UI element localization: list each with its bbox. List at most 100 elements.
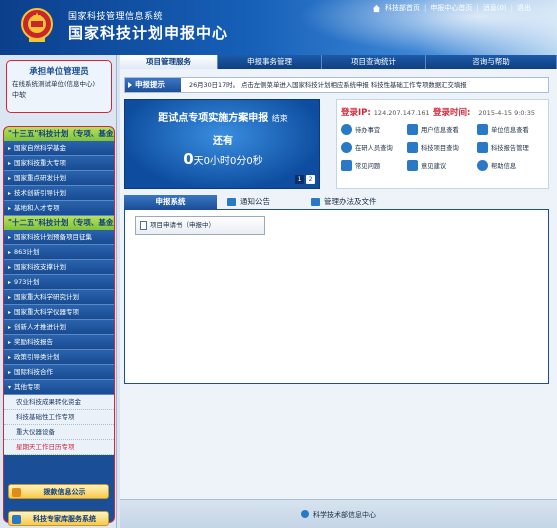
tab-regulations[interactable]: 管理办法及文件 — [308, 195, 377, 209]
sidebar-item-innovation-guide[interactable]: ▸ 技术创新引导计划 — [4, 186, 114, 201]
link-most-home[interactable]: 科技部首页 — [385, 3, 420, 13]
sidebar-item-973[interactable]: ▸ 973计划 — [4, 275, 114, 290]
tab-project-query[interactable]: 项目查询统计 — [322, 55, 426, 69]
footer-text: 科学技术部信息中心 — [120, 510, 557, 520]
arrow-icon: ▸ — [8, 205, 12, 212]
sidebar: 承担单位管理员 在线系统测试单位(信息中心) 中软 "十三五"科技计划（专项、基… — [0, 55, 117, 528]
arrow-icon: ▾ — [8, 384, 12, 391]
quick-faq[interactable]: 常见问题 — [341, 159, 407, 171]
arrow-icon: ▸ — [8, 145, 12, 152]
login-info-panel: 登录IP: 124.207.147.161 登录时间: 2015-4-15 9:0:… — [336, 99, 549, 189]
quick-report-manage[interactable]: 科技报告管理 — [477, 141, 546, 153]
tab-announcements[interactable]: 通知公告 — [224, 195, 270, 209]
sidebar-subitem[interactable]: 重大仪器设备 — [4, 425, 114, 440]
banner-page-1[interactable]: 1 — [295, 175, 304, 184]
quick-researcher-query[interactable]: 在研人员查询 — [341, 141, 407, 153]
arrow-icon: ▸ — [8, 234, 12, 241]
admin-info-box: 承担单位管理员 在线系统测试单位(信息中心) 中软 — [6, 60, 112, 113]
home-icon — [372, 4, 381, 12]
sidebar-item-report[interactable]: ▸ 奖励科技报告 — [4, 335, 114, 350]
sidebar-subitem[interactable]: 科技基础性工作专项 — [4, 410, 114, 425]
notice-bar: 申报提示 26月30日17时。 点击左侧菜单进入国家科技计划相应系统申报 科技性… — [124, 77, 549, 93]
quick-links: 待办事宜 用户信息查看 单位信息查看 在研人员查询 科技项目查询 科技报告管理 … — [341, 123, 546, 171]
expert-service-button[interactable]: 科技专家库服务系统 — [8, 511, 109, 526]
separator: | — [424, 4, 427, 12]
tab-project-management[interactable]: 项目管理服务 — [120, 55, 218, 69]
login-ip: 登录IP: 124.207.147.161 — [341, 108, 430, 118]
info-icon — [477, 159, 488, 171]
admin-title: 承担单位管理员 — [29, 67, 89, 77]
arrow-icon: ▸ — [8, 190, 12, 197]
notice-label: 申报提示 — [125, 78, 181, 92]
document-icon — [140, 221, 147, 230]
sidebar-item-other[interactable]: ▾ 其他专项 — [4, 380, 114, 395]
arrow-icon: ▸ — [8, 339, 12, 346]
link-logout[interactable]: 退出 — [517, 3, 531, 13]
quick-help[interactable]: 帮助信息 — [477, 159, 546, 171]
arrow-icon: ▸ — [8, 249, 12, 256]
quick-project-query[interactable]: 科技项目查询 — [407, 141, 477, 153]
sidebar-item-major-science[interactable]: ▸ 国家重大科学研究计划 — [4, 290, 114, 305]
content-tabs: 申报系统 通知公告 管理办法及文件 — [124, 195, 549, 209]
tab-application-system[interactable]: 申报系统 — [124, 195, 217, 209]
header: 国家科技管理信息系统 国家科技计划申报中心 科技部首页 | 申报中心首页 | 消… — [0, 0, 557, 55]
chat-icon — [341, 123, 352, 135]
arrow-icon: ▸ — [8, 175, 12, 182]
expert-icon — [12, 515, 21, 524]
project-application-button[interactable]: 项目申请书（申报中） — [135, 216, 265, 235]
sidebar-subitem[interactable]: 农业科技成果转化资金 — [4, 395, 114, 410]
countdown-time: 0天0小时0分0秒 — [183, 150, 263, 168]
quick-todo[interactable]: 待办事宜 — [341, 123, 407, 135]
sidebar-item-policy[interactable]: ▸ 政策引导类计划 — [4, 350, 114, 365]
user-card-icon — [407, 123, 418, 135]
quick-user-info[interactable]: 用户信息查看 — [407, 123, 477, 135]
finance-disclosure-button[interactable]: 拨款信息公示 — [8, 484, 109, 499]
countdown-banner: 距试点专项实施方案申报 结束 还有 0天0小时0分0秒 1 2 — [124, 99, 320, 189]
project-icon — [407, 141, 418, 153]
sidebar-item-reserve[interactable]: ▸ 国家科技计划预备项目征集 — [4, 230, 114, 245]
main-content: 申报提示 26月30日17时。 点击左侧菜单进入国家科技计划相应系统申报 科技性… — [120, 69, 557, 499]
top-nav: 项目管理服务 申报事务管理 项目查询统计 咨询与帮助 — [120, 55, 557, 69]
countdown-sub: 还有 — [213, 136, 233, 147]
feedback-icon — [407, 159, 418, 171]
sidebar-item-base-talent[interactable]: ▸ 基地和人才专项 — [4, 201, 114, 216]
admin-unit: 在线系统测试单位(信息中心) — [12, 80, 96, 88]
sidebar-item-international[interactable]: ▸ 国际科技合作 — [4, 365, 114, 380]
quick-feedback[interactable]: 意见建议 — [407, 159, 477, 171]
sidebar-item-support[interactable]: ▸ 国家科技支撑计划 — [4, 260, 114, 275]
link-messages[interactable]: 消息(0) — [483, 3, 507, 13]
arrow-icon: ▸ — [8, 264, 12, 271]
login-time: 登录时间: 2015-4-15 9:0:35 — [433, 108, 536, 118]
sidebar-subitem[interactable]: 星期天工作日历专项 — [4, 440, 114, 455]
sidebar-item-major-project[interactable]: ▸ 国家科技重大专项 — [4, 156, 114, 171]
notice-marquee[interactable]: 26月30日17时。 点击左侧菜单进入国家科技计划相应系统申报 科技性基础工作专… — [189, 78, 467, 92]
sidebar-item-key-rd[interactable]: ▸ 国家重点研发计划 — [4, 171, 114, 186]
arrow-icon: ▸ — [8, 354, 12, 361]
logo-icon — [301, 510, 309, 518]
sidebar-item-talent[interactable]: ▸ 创新人才推进计划 — [4, 320, 114, 335]
speaker-icon — [227, 198, 236, 206]
content-panel: 项目申请书（申报中） — [124, 209, 549, 384]
tab-help[interactable]: 咨询与帮助 — [426, 55, 557, 69]
plan-menu: "十三五"科技计划（专项、基金） ▸ 国家自然科学基金 ▸ 国家科技重大专项 ▸ 国家… — [3, 126, 115, 523]
sidebar-item-instrument[interactable]: ▸ 国家重大科学仪器专项 — [4, 305, 114, 320]
separator: | — [510, 4, 513, 12]
quick-unit-info[interactable]: 单位信息查看 — [477, 123, 546, 135]
document-icon — [311, 198, 320, 206]
banner-page-2[interactable]: 2 — [306, 175, 315, 184]
faq-icon — [341, 159, 352, 171]
arrow-icon: ▸ — [8, 160, 12, 167]
sidebar-item-nsfc[interactable]: ▸ 国家自然科学基金 — [4, 141, 114, 156]
person-icon — [341, 141, 352, 153]
tab-application-affairs[interactable]: 申报事务管理 — [218, 55, 322, 69]
separator: | — [476, 4, 479, 12]
link-center-home[interactable]: 申报中心首页 — [430, 3, 472, 13]
speaker-icon — [128, 82, 132, 88]
unit-card-icon — [477, 123, 488, 135]
arrow-icon: ▸ — [8, 369, 12, 376]
top-links: 科技部首页 | 申报中心首页 | 消息(0) | 退出 — [372, 3, 531, 13]
sidebar-item-863[interactable]: ▸ 863计划 — [4, 245, 114, 260]
arrow-icon: ▸ — [8, 294, 12, 301]
coin-icon — [12, 488, 21, 497]
arrow-icon: ▸ — [8, 279, 12, 286]
